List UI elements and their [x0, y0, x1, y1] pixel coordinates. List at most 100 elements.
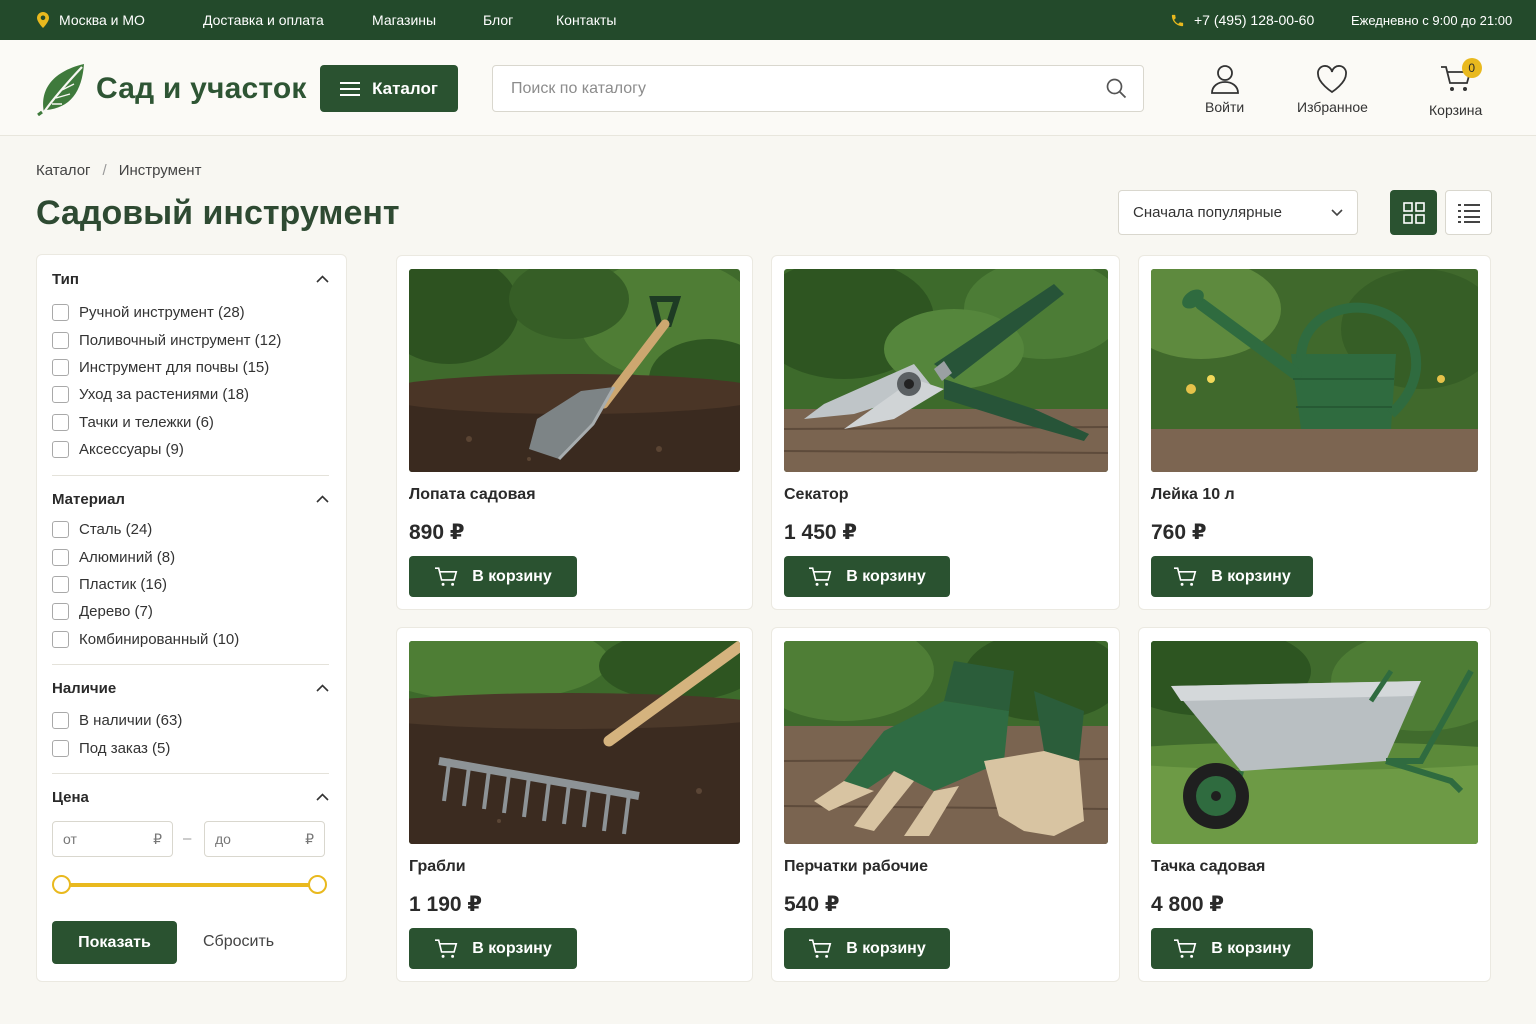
divider — [52, 475, 329, 476]
grid-view-button[interactable] — [1390, 190, 1437, 235]
filter-type-option[interactable]: Поливочный инструмент (12) — [52, 326, 329, 353]
filter-type-title: Тип — [52, 270, 79, 288]
nav-link-blog[interactable]: Блог — [483, 0, 513, 40]
product-image-shovel[interactable] — [409, 269, 740, 472]
product-image-secateurs[interactable] — [784, 269, 1108, 472]
price-slider-min-handle[interactable] — [52, 875, 71, 894]
filter-material-option[interactable]: Пластик (16) — [52, 571, 329, 598]
filter-material-option[interactable]: Алюминий (8) — [52, 543, 329, 570]
phone-number: +7 (495) 128-00-60 — [1194, 12, 1315, 28]
filter-type-option[interactable]: Уход за растениями (18) — [52, 381, 329, 408]
checkbox[interactable] — [52, 386, 69, 404]
filter-availability-option[interactable]: В наличии (63) — [52, 707, 329, 734]
catalog-button-label: Каталог — [372, 78, 438, 98]
filter-type-option[interactable]: Аксессуары (9) — [52, 436, 329, 463]
filter-material-option[interactable]: Дерево (7) — [52, 598, 329, 625]
sort-select[interactable]: Сначала популярные — [1118, 190, 1358, 235]
product-card[interactable]: Лопата садовая 890 ₽ В корзину — [396, 255, 753, 610]
search-icon[interactable] — [1106, 78, 1127, 99]
filter-option-label: Дерево (7) — [79, 603, 153, 621]
product-card[interactable]: Перчатки рабочие 540 ₽ В корзину — [771, 627, 1120, 982]
price-to-placeholder: до — [215, 831, 231, 847]
checkbox[interactable] — [52, 331, 69, 349]
product-name[interactable]: Грабли — [409, 858, 466, 876]
work-hours: Ежедневно с 9:00 до 21:00 — [1351, 12, 1513, 28]
nav-link-contacts[interactable]: Контакты — [556, 0, 616, 40]
price-slider-track[interactable] — [61, 883, 319, 887]
add-to-cart-button[interactable]: В корзину — [1151, 556, 1313, 597]
nav-link-stores[interactable]: Магазины — [372, 0, 436, 40]
favorites-button[interactable]: Избранное — [1297, 64, 1368, 115]
catalog-button[interactable]: Каталог — [320, 65, 458, 112]
product-card[interactable]: Лейка 10 л 760 ₽ В корзину — [1138, 255, 1491, 610]
region-selector[interactable]: Москва и МО — [36, 0, 145, 40]
filter-price-title: Цена — [52, 788, 89, 806]
currency-sign: ₽ — [153, 830, 162, 847]
price-slider-max-handle[interactable] — [308, 875, 327, 894]
filter-type-option[interactable]: Инструмент для почвы (15) — [52, 354, 329, 381]
filter-material-option[interactable]: Комбинированный (10) — [52, 626, 329, 653]
filter-availability-header[interactable]: Наличие — [52, 678, 329, 698]
add-to-cart-button[interactable]: В корзину — [409, 556, 577, 597]
filter-type-option[interactable]: Ручной инструмент (28) — [52, 299, 329, 326]
chevron-down-icon — [1331, 208, 1343, 216]
search-input[interactable] — [493, 66, 1073, 111]
product-image-gloves[interactable] — [784, 641, 1108, 844]
add-to-cart-button[interactable]: В корзину — [784, 556, 950, 597]
checkbox[interactable] — [52, 413, 69, 431]
add-to-cart-button[interactable]: В корзину — [409, 928, 577, 969]
checkbox[interactable] — [52, 441, 69, 459]
product-card[interactable]: Грабли 1 190 ₽ В корзину — [396, 627, 753, 982]
checkbox[interactable] — [52, 304, 69, 322]
checkbox[interactable] — [52, 548, 69, 566]
product-image-rake[interactable] — [409, 641, 740, 844]
checkbox[interactable] — [52, 358, 69, 376]
filter-type-header[interactable]: Тип — [52, 269, 329, 289]
cart-icon — [809, 938, 832, 958]
product-card[interactable]: Секатор 1 450 ₽ В корзину — [771, 255, 1120, 610]
list-view-button[interactable] — [1445, 190, 1492, 235]
filter-material-option[interactable]: Сталь (24) — [52, 516, 329, 543]
currency-sign: ₽ — [305, 830, 314, 847]
add-to-cart-button[interactable]: В корзину — [1151, 928, 1313, 969]
cart-icon — [809, 566, 832, 586]
filter-option-label: Сталь (24) — [79, 521, 153, 539]
price-from-placeholder: от — [63, 831, 77, 847]
filter-option-label: Поливочный инструмент (12) — [79, 331, 282, 349]
reset-filters-link[interactable]: Сбросить — [203, 933, 274, 951]
product-image-watering-can[interactable] — [1151, 269, 1478, 472]
product-name[interactable]: Лопата садовая — [409, 486, 536, 504]
phone-link[interactable]: +7 (495) 128-00-60 — [1170, 0, 1314, 40]
breadcrumb-current: Инструмент — [118, 162, 202, 179]
product-image-wheelbarrow[interactable] — [1151, 641, 1478, 844]
checkbox[interactable] — [52, 712, 69, 730]
product-name[interactable]: Лейка 10 л — [1151, 486, 1235, 504]
product-name[interactable]: Секатор — [784, 486, 849, 504]
filter-group-material: Материал Сталь (24) Алюминий (8) Пластик… — [52, 489, 329, 653]
breadcrumb-catalog[interactable]: Каталог — [36, 162, 91, 179]
show-results-button[interactable]: Показать — [52, 921, 177, 964]
add-to-cart-button[interactable]: В корзину — [784, 928, 950, 969]
product-card[interactable]: Тачка садовая 4 800 ₽ В корзину — [1138, 627, 1491, 982]
checkbox[interactable] — [52, 739, 69, 757]
checkbox[interactable] — [52, 575, 69, 593]
price-to-input[interactable]: до ₽ — [204, 821, 325, 857]
filter-type-option[interactable]: Тачки и тележки (6) — [52, 409, 329, 436]
product-name[interactable]: Перчатки рабочие — [784, 858, 928, 876]
price-from-input[interactable]: от ₽ — [52, 821, 173, 857]
checkbox[interactable] — [52, 521, 69, 539]
filter-availability-option[interactable]: Под заказ (5) — [52, 734, 329, 761]
cart-button[interactable]: 0 Корзина — [1429, 58, 1482, 118]
login-button[interactable]: Войти — [1205, 64, 1244, 115]
checkbox[interactable] — [52, 630, 69, 648]
logo[interactable]: Сад и участок — [36, 62, 307, 116]
filter-option-label: Ручной инструмент (28) — [79, 304, 245, 322]
sort-selected-label: Сначала популярные — [1133, 204, 1282, 221]
checkbox[interactable] — [52, 603, 69, 621]
filter-price-header[interactable]: Цена — [52, 787, 329, 807]
filter-material-title: Материал — [52, 490, 125, 508]
nav-link-delivery[interactable]: Доставка и оплата — [203, 0, 324, 40]
filter-material-header[interactable]: Материал — [52, 489, 329, 509]
product-name[interactable]: Тачка садовая — [1151, 858, 1265, 876]
product-price: 890 ₽ — [409, 521, 465, 544]
